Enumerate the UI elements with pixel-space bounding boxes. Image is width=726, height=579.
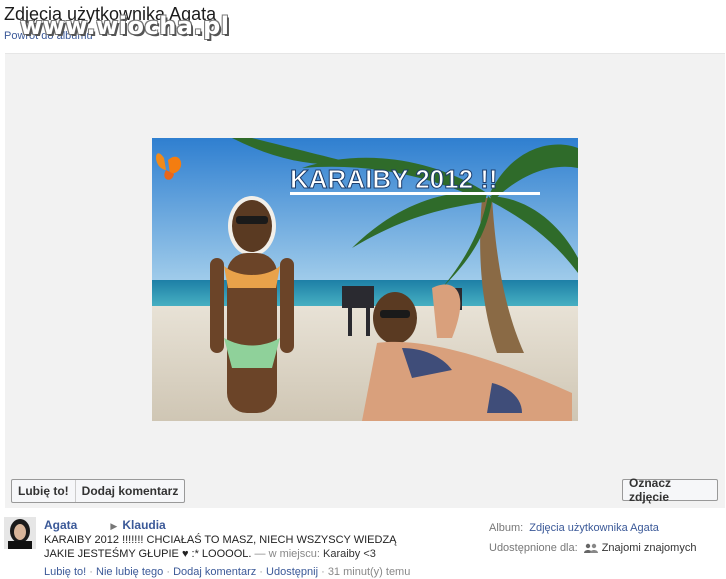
watermark: www.wiocha.pl: [20, 12, 230, 40]
friends-icon: [583, 543, 598, 553]
add-comment-button[interactable]: Dodaj komentarz: [74, 480, 185, 502]
post-comment-link[interactable]: Dodaj komentarz: [173, 566, 256, 578]
album-label: Album:: [489, 522, 524, 534]
post-unlike-link[interactable]: Nie lubię tego: [96, 566, 163, 578]
post-author[interactable]: Agata: [44, 518, 77, 532]
place-link[interactable]: Karaiby <3: [323, 548, 376, 560]
place-prefix: — w miejscu:: [254, 548, 320, 560]
like-comment-group: Lubię to! Dodaj komentarz: [11, 479, 186, 503]
avatar-image: [4, 517, 36, 549]
album-link[interactable]: Zdjęcia użytkownika Agata: [529, 518, 659, 538]
shared-label: Udostępnione dla:: [489, 542, 578, 554]
arrow-right-icon: ▶: [110, 521, 118, 531]
audience-label: Znajomi znajomych: [601, 542, 697, 554]
post-timestamp[interactable]: 31 minut(y) temu: [328, 566, 411, 578]
photo-info: Album: Zdjęcia użytkownika Agata Udostęp…: [489, 518, 725, 558]
post-like-link[interactable]: Lubię to!: [44, 566, 86, 578]
audience-selector[interactable]: Znajomi znajomych: [583, 538, 697, 558]
like-button[interactable]: Lubię to!: [12, 480, 75, 502]
post-actions: Lubię to! · Nie lubię tego · Dodaj komen…: [44, 566, 411, 578]
post-share-link[interactable]: Udostępnij: [266, 566, 318, 578]
post-recipient[interactable]: Klaudia: [122, 518, 165, 532]
photo-caption: KARAIBY 2012 !!: [290, 164, 498, 194]
photo[interactable]: KARAIBY 2012 !!: [152, 138, 578, 421]
photo-stage: KARAIBY 2012 !! Lubię to! Dodaj komentar…: [5, 53, 725, 508]
photo-image: KARAIBY 2012 !!: [152, 138, 578, 421]
avatar[interactable]: [4, 517, 36, 549]
tag-photo-button[interactable]: Oznacz zdjęcie: [622, 476, 718, 504]
